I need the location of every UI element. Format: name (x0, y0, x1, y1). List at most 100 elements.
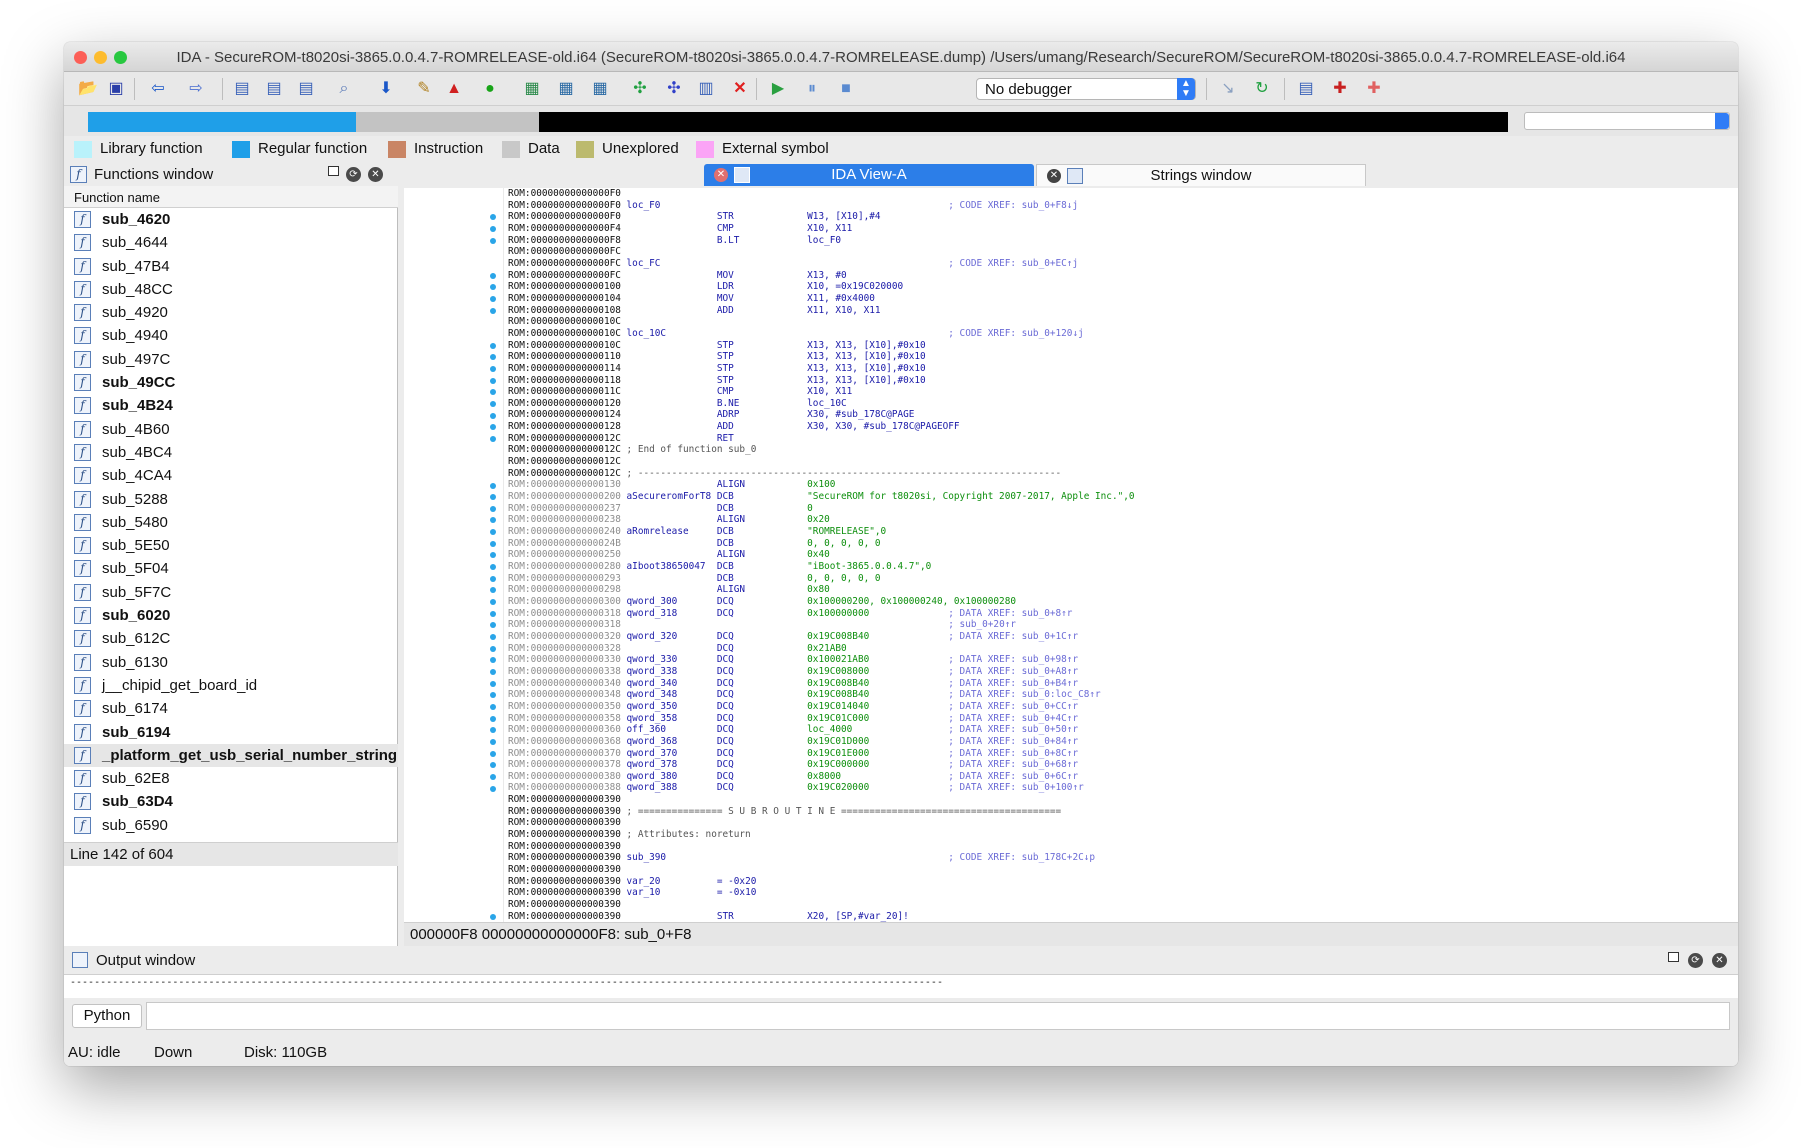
debugger-select[interactable]: No debugger ▲ ▼ (976, 78, 1196, 100)
disasm-line[interactable]: ROM:0000000000000108 ADD X11, X10, X11 (508, 305, 1135, 317)
disasm-line[interactable]: ROM:0000000000000390 (508, 841, 1135, 853)
disasm-line[interactable]: ROM:0000000000000390 (508, 864, 1135, 876)
disasm-line[interactable]: ROM:000000000000012C ; -----------------… (508, 468, 1135, 480)
breakpoint-dot[interactable] (490, 762, 496, 769)
disasm-line[interactable]: ROM:0000000000000328 DCQ 0x21AB0 (508, 643, 1135, 655)
function-list-item[interactable]: f sub_6020 (64, 604, 398, 627)
breakpoint-dot[interactable] (490, 913, 496, 920)
breakpoint-dot[interactable] (490, 715, 496, 722)
breakpoint-dot[interactable] (490, 774, 496, 780)
breakpoint-dot[interactable] (490, 295, 496, 302)
disasm-line[interactable]: ROM:0000000000000390 var_10 = -0x10 (508, 887, 1135, 899)
disasm-line[interactable]: ROM:0000000000000100 LDR X10, =0x19C0200… (508, 281, 1135, 293)
xref-icon[interactable]: ✣ (664, 79, 684, 99)
function-list-item[interactable]: f sub_4BC4 (64, 441, 398, 464)
breakpoint-dot[interactable] (490, 727, 496, 734)
disasm-line[interactable]: ROM:00000000000000F0 (508, 188, 1135, 200)
disasm-line[interactable]: ROM:0000000000000238 ALIGN 0x20 (508, 514, 1135, 526)
function-list-item[interactable]: f sub_4620 (64, 208, 398, 231)
struct-icon[interactable]: ▦ (556, 79, 576, 99)
disasm-line[interactable]: ROM:0000000000000110 STP X13, X13, [X10]… (508, 351, 1135, 363)
breakpoint-dot[interactable] (490, 365, 496, 372)
breakpoint-dot[interactable] (490, 622, 496, 629)
disasm-line[interactable]: ROM:0000000000000388 qword_388 DCQ 0x19C… (508, 782, 1135, 794)
add-segment-icon[interactable]: ▦ (522, 79, 542, 99)
breakpoint-dot[interactable] (490, 307, 496, 314)
function-list-item[interactable]: f sub_4B60 (64, 418, 398, 441)
breakpoint-dot[interactable] (490, 377, 496, 384)
breakpoint-dot[interactable] (490, 669, 496, 676)
stop-icon[interactable]: ■ (836, 79, 856, 99)
tab-ida-view-a[interactable]: ✕ IDA View-A (704, 164, 1034, 186)
breakpoint-dot[interactable] (490, 540, 496, 547)
disasm-line[interactable]: ROM:000000000000011C CMP X10, X11 (508, 386, 1135, 398)
function-list-item[interactable]: f sub_62E8 (64, 767, 398, 790)
float-panel-icon[interactable]: ⟳ (346, 167, 361, 182)
disasm-line[interactable]: ROM:0000000000000390 ; =============== S… (508, 806, 1135, 818)
chart-icon[interactable]: ▥ (696, 79, 716, 99)
disasm-line[interactable]: ROM:0000000000000200 aSecureromForT8 DCB… (508, 491, 1135, 503)
disasm-line[interactable]: ROM:0000000000000390 (508, 817, 1135, 829)
python-command-input[interactable] (146, 1002, 1730, 1030)
function-list-item[interactable]: f sub_47B4 (64, 255, 398, 278)
disasm-line[interactable]: ROM:0000000000000330 qword_330 DCQ 0x100… (508, 654, 1135, 666)
disasm-line[interactable]: ROM:000000000000012C (508, 456, 1135, 468)
disasm-line[interactable]: ROM:00000000000000FC (508, 246, 1135, 258)
breakpoint-dot[interactable] (490, 610, 496, 617)
function-list-item[interactable]: f sub_4CA4 (64, 464, 398, 487)
disassembly-listing[interactable]: ROM:00000000000000F0 ROM:00000000000000F… (508, 188, 1135, 922)
function-list-item[interactable]: f sub_49CC (64, 371, 398, 394)
disasm-line[interactable]: ROM:000000000000010C STP X13, X13, [X10]… (508, 340, 1135, 352)
disasm-line[interactable]: ROM:00000000000000F0 loc_F0 ; CODE XREF:… (508, 200, 1135, 212)
breakpoint-dot[interactable] (490, 785, 496, 792)
disasm-line[interactable]: ROM:0000000000000378 qword_378 DCQ 0x19C… (508, 759, 1135, 771)
bin-icon[interactable]: ▤ (232, 79, 252, 99)
disasm-line[interactable]: ROM:0000000000000124 ADRP X30, #sub_178C… (508, 409, 1135, 421)
breakpoint-dot[interactable] (490, 412, 496, 419)
function-list-item[interactable]: f sub_6590 (64, 814, 398, 834)
breakpoint-dot[interactable] (490, 482, 496, 489)
graph-icon[interactable]: ✣ (630, 79, 650, 99)
breakpoint-dot[interactable] (490, 575, 496, 582)
text-icon[interactable]: ▤ (264, 79, 284, 99)
function-list-item[interactable]: f sub_4B24 (64, 394, 398, 417)
disasm-line[interactable]: ROM:0000000000000380 qword_380 DCQ 0x800… (508, 771, 1135, 783)
function-list-item[interactable]: f sub_5480 (64, 511, 398, 534)
breakpoint-dot[interactable] (490, 599, 496, 606)
disassembly-view[interactable]: ROM:00000000000000F0 ROM:00000000000000F… (404, 188, 1738, 922)
breakpoint-dot[interactable] (490, 424, 496, 431)
disasm-line[interactable]: ROM:0000000000000368 qword_368 DCQ 0x19C… (508, 736, 1135, 748)
close-panel-icon[interactable]: ✕ (368, 167, 383, 182)
disasm-line[interactable]: ROM:0000000000000350 qword_350 DCQ 0x19C… (508, 701, 1135, 713)
disasm-line[interactable]: ROM:0000000000000237 DCB 0 (508, 503, 1135, 515)
breakpoint-dot[interactable] (490, 587, 496, 594)
float-panel-icon[interactable]: ⟳ (1688, 953, 1703, 968)
function-list-item[interactable]: f sub_4644 (64, 231, 398, 254)
search-icon[interactable]: ⌕ (334, 79, 354, 99)
back-arrow-icon[interactable]: ⇦ (148, 79, 168, 99)
disasm-line[interactable]: ROM:0000000000000390 (508, 899, 1135, 911)
breakpoint-dot[interactable] (490, 680, 496, 687)
breakpoint-dot[interactable] (490, 225, 496, 232)
pause-icon[interactable]: ⏸ (802, 79, 822, 99)
disasm-line[interactable]: ROM:00000000000000FC loc_FC ; CODE XREF:… (508, 258, 1135, 270)
breakpoint-dot[interactable] (490, 517, 496, 524)
disasm-line[interactable]: ROM:0000000000000358 qword_358 DCQ 0x19C… (508, 713, 1135, 725)
function-list-item[interactable]: f sub_4940 (64, 324, 398, 347)
disasm-line[interactable]: ROM:0000000000000250 ALIGN 0x40 (508, 549, 1135, 561)
function-list-item[interactable]: f sub_5F7C (64, 581, 398, 604)
disasm-line[interactable]: ROM:0000000000000114 STP X13, X13, [X10]… (508, 363, 1135, 375)
disasm-line[interactable]: ROM:000000000000010C (508, 316, 1135, 328)
run-icon[interactable]: ▶ (768, 79, 788, 99)
patch-icon[interactable]: ✎ (414, 79, 434, 99)
breakpoint-dot[interactable] (490, 400, 496, 407)
disasm-line[interactable]: ROM:00000000000000F0 STR W13, [X10],#4 (508, 211, 1135, 223)
breakpoint-dot[interactable] (490, 634, 496, 641)
breakpoint-dot[interactable] (490, 272, 496, 279)
disasm-line[interactable]: ROM:0000000000000390 ; Attributes: noret… (508, 829, 1135, 841)
breakpoint-dot[interactable] (490, 237, 496, 244)
python-language-button[interactable]: Python (72, 1004, 142, 1028)
function-list-item[interactable]: f sub_6130 (64, 651, 398, 674)
column-header-function-name[interactable]: Function name (64, 186, 398, 208)
disasm-line[interactable]: ROM:000000000000010C loc_10C ; CODE XREF… (508, 328, 1135, 340)
